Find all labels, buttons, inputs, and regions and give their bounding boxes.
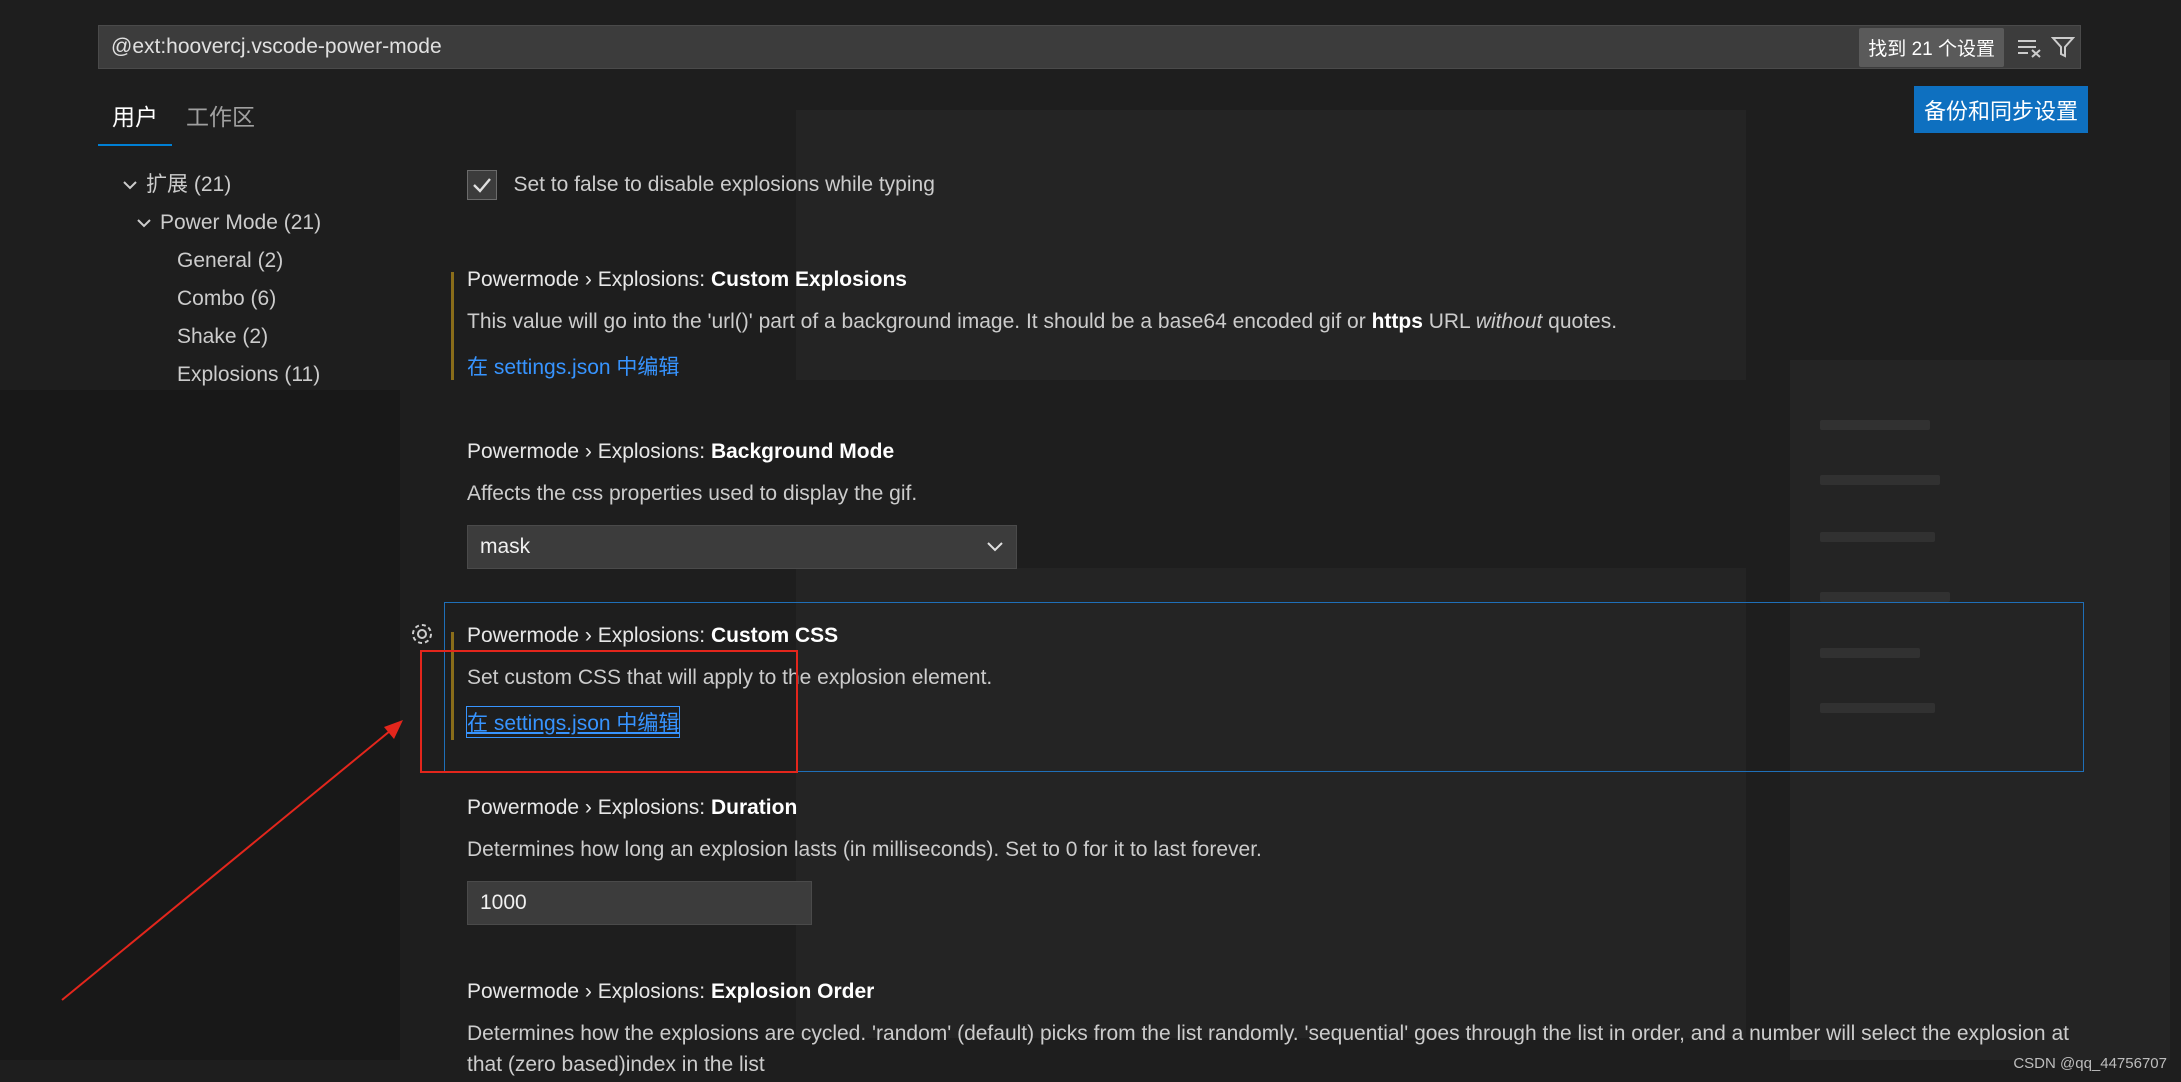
annotation-arrow <box>61 720 403 1001</box>
watermark: CSDN @qq_44756707 <box>2013 1055 2167 1072</box>
